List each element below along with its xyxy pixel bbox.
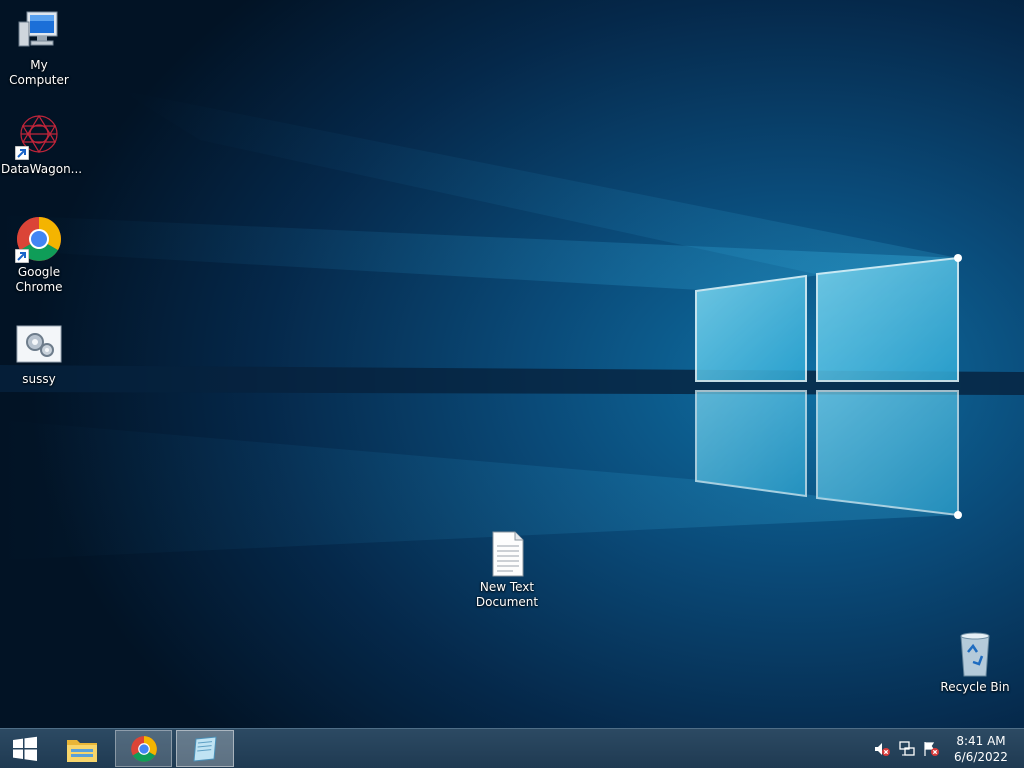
network-icon[interactable] xyxy=(899,741,915,757)
desktop-icon-label: DataWagon... xyxy=(1,162,83,176)
desktop-icon-label: New Text Document xyxy=(475,580,539,609)
desktop-icon-label: Recycle Bin xyxy=(940,680,1010,694)
taskbar: 8:41 AM 6/6/2022 xyxy=(0,728,1024,768)
shortcut-arrow-icon xyxy=(15,249,29,263)
datawagon-icon xyxy=(15,112,63,160)
desktop-icon-recycle-bin[interactable]: Recycle Bin xyxy=(937,630,1013,695)
notepad-icon xyxy=(193,735,217,762)
action-center-flag-icon[interactable] xyxy=(923,741,939,757)
taskbar-chrome-button[interactable] xyxy=(115,730,172,767)
text-document-icon xyxy=(483,530,531,578)
folder-icon xyxy=(67,739,97,762)
desktop-icon-datawagon[interactable]: DataWagon... xyxy=(1,112,83,177)
desktop-icon-label: Google Chrome xyxy=(15,265,63,294)
settings-file-icon xyxy=(15,322,63,370)
desktop-icon-label: My Computer xyxy=(9,58,69,87)
windows-logo-icon xyxy=(13,736,37,761)
taskbar-notepad-button[interactable] xyxy=(176,730,234,767)
computer-icon xyxy=(15,8,63,56)
desktop-icon-my-computer[interactable]: My Computer xyxy=(1,8,77,88)
chrome-icon xyxy=(15,215,63,263)
desktop-icon-sussy[interactable]: sussy xyxy=(1,322,77,387)
taskbar-file-explorer-button[interactable] xyxy=(56,730,108,767)
clock-time: 8:41 AM xyxy=(956,734,1006,748)
start-button[interactable] xyxy=(0,730,50,767)
desktop-wallpaper xyxy=(0,0,1024,728)
clock-date: 6/6/2022 xyxy=(954,750,1008,764)
desktop-icon-new-text-document[interactable]: New Text Document xyxy=(469,530,545,610)
chrome-icon xyxy=(130,735,157,762)
volume-muted-icon[interactable] xyxy=(874,741,890,757)
desktop-icon-label: sussy xyxy=(22,372,56,386)
system-clock[interactable]: 8:41 AM 6/6/2022 xyxy=(946,733,1016,765)
recycle-bin-icon xyxy=(951,630,999,678)
shortcut-arrow-icon xyxy=(15,146,29,160)
desktop-icon-google-chrome[interactable]: Google Chrome xyxy=(1,215,77,295)
